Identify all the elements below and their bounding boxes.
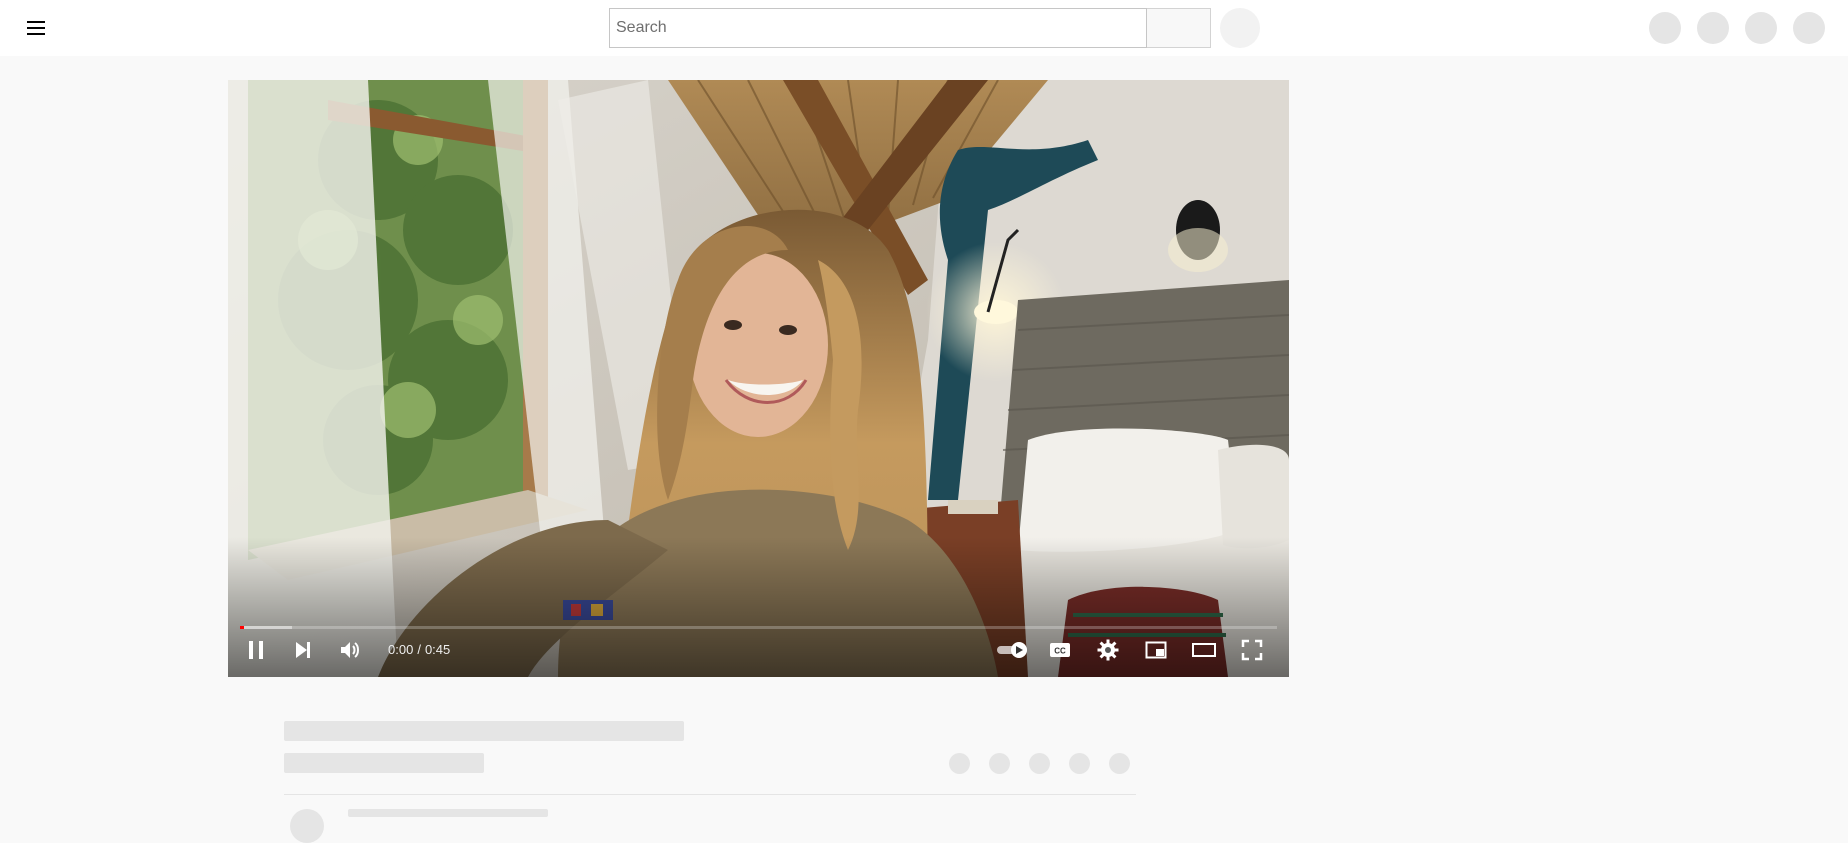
action-placeholder-dislike bbox=[989, 753, 1010, 774]
action-placeholder-save bbox=[1069, 753, 1090, 774]
current-time: 0:00 bbox=[388, 642, 414, 657]
search-input[interactable] bbox=[610, 9, 1146, 47]
search-button[interactable] bbox=[1147, 8, 1211, 48]
notifications-button[interactable] bbox=[1745, 12, 1777, 44]
voice-search-button[interactable] bbox=[1220, 8, 1260, 48]
hamburger-menu-icon[interactable] bbox=[24, 16, 48, 40]
apps-button[interactable] bbox=[1697, 12, 1729, 44]
duration: 0:45 bbox=[424, 642, 451, 657]
fullscreen-button[interactable] bbox=[1232, 632, 1272, 668]
time-separator: / bbox=[417, 642, 421, 657]
pause-icon bbox=[249, 641, 263, 659]
gear-icon bbox=[1097, 639, 1119, 661]
search-box bbox=[609, 8, 1147, 48]
progress-buffered bbox=[240, 626, 292, 629]
title-placeholder bbox=[284, 721, 684, 741]
action-placeholder-share bbox=[1029, 753, 1050, 774]
create-button[interactable] bbox=[1649, 12, 1681, 44]
volume-icon bbox=[341, 642, 359, 658]
progress-played bbox=[240, 626, 245, 629]
skip-next-icon bbox=[296, 642, 310, 658]
channel-name-placeholder bbox=[348, 809, 548, 817]
captions-button[interactable]: CC bbox=[1040, 632, 1080, 668]
theater-mode-icon bbox=[1192, 643, 1216, 657]
miniplayer-button[interactable] bbox=[1136, 632, 1176, 668]
time-display: 0:00/0:45 bbox=[388, 642, 450, 658]
progress-bar[interactable] bbox=[240, 626, 1277, 629]
divider bbox=[284, 794, 1136, 795]
views-placeholder bbox=[284, 753, 484, 773]
account-avatar[interactable] bbox=[1793, 12, 1825, 44]
next-button[interactable] bbox=[283, 632, 323, 668]
svg-text:CC: CC bbox=[1054, 647, 1066, 656]
closed-captions-icon: CC bbox=[1050, 643, 1070, 657]
miniplayer-icon bbox=[1145, 641, 1167, 659]
pause-button[interactable] bbox=[236, 632, 276, 668]
video-player[interactable]: 0:00/0:45 CC bbox=[228, 80, 1289, 677]
autoplay-toggle[interactable] bbox=[991, 632, 1035, 668]
mute-button[interactable] bbox=[330, 632, 370, 668]
autoplay-toggle-icon bbox=[997, 642, 1027, 658]
fullscreen-icon bbox=[1241, 639, 1263, 661]
masthead bbox=[0, 0, 1848, 56]
action-placeholder-more bbox=[1109, 753, 1130, 774]
action-placeholder-like bbox=[949, 753, 970, 774]
settings-button[interactable] bbox=[1088, 632, 1128, 668]
theater-mode-button[interactable] bbox=[1184, 632, 1224, 668]
channel-avatar-placeholder bbox=[290, 809, 324, 843]
